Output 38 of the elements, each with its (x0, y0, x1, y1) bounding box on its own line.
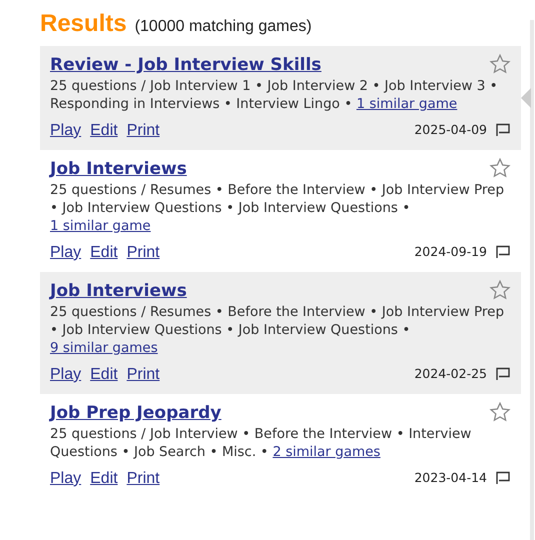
flag-icon[interactable] (495, 123, 511, 137)
game-title-link[interactable]: Job Prep Jeopardy (50, 402, 222, 424)
similar-games-link[interactable]: 9 similar games (50, 340, 158, 356)
game-description: 25 questions / Job Interview 1 • Job Interview 2 • Job Interview 3 • Responding in Interviews • Interview Lingo • 1 similar game (50, 77, 499, 113)
game-description: 25 questions / Resumes • Before the Interview • Job Interview Prep • Job Interview Questions • Job Interview Questions • 9 similar games (50, 303, 506, 357)
star-icon[interactable] (489, 157, 511, 179)
game-description: 25 questions / Resumes • Before the Interview • Job Interview Prep • Job Interview Questions • Job Interview Questions • 1 similar game (50, 181, 506, 235)
game-title-link[interactable]: Review - Job Interview Skills (50, 54, 322, 76)
action-link[interactable]: Print (126, 122, 160, 139)
action-link[interactable]: Play (50, 122, 82, 139)
action-link[interactable]: Edit (90, 244, 118, 261)
game-title-link[interactable]: Job Interviews (50, 158, 187, 180)
star-icon[interactable] (489, 401, 511, 423)
action-link[interactable]: Edit (90, 366, 118, 383)
game-date: 2024-02-25 (414, 365, 487, 383)
action-link[interactable]: Print (126, 470, 160, 487)
action-link[interactable]: Print (126, 244, 160, 261)
action-link[interactable]: Play (50, 244, 82, 261)
action-link[interactable]: Edit (90, 122, 118, 139)
flag-icon[interactable] (495, 367, 511, 381)
game-date: 2024-09-19 (414, 243, 487, 261)
action-link[interactable]: Play (50, 366, 82, 383)
star-icon[interactable] (489, 53, 511, 75)
action-link[interactable]: Print (126, 366, 160, 383)
star-icon[interactable] (489, 279, 511, 301)
flag-icon[interactable] (495, 471, 511, 485)
similar-games-link[interactable]: 1 similar game (356, 96, 458, 112)
flag-icon[interactable] (495, 245, 511, 259)
game-date: 2023-04-14 (414, 469, 487, 487)
results-count: (10000 matching games) (134, 17, 312, 37)
game-title-link[interactable]: Job Interviews (50, 280, 187, 302)
game-description: 25 questions / Job Interview • Before the Interview • Interview Questions • Job Search • Misc. • 2 similar games (50, 425, 472, 461)
action-link[interactable]: Edit (90, 470, 118, 487)
action-link[interactable]: Play (50, 470, 82, 487)
results-heading: Results (40, 9, 127, 39)
similar-games-link[interactable]: 2 similar games (272, 444, 380, 460)
similar-games-link[interactable]: 1 similar game (50, 218, 151, 234)
game-date: 2025-04-09 (414, 121, 487, 139)
